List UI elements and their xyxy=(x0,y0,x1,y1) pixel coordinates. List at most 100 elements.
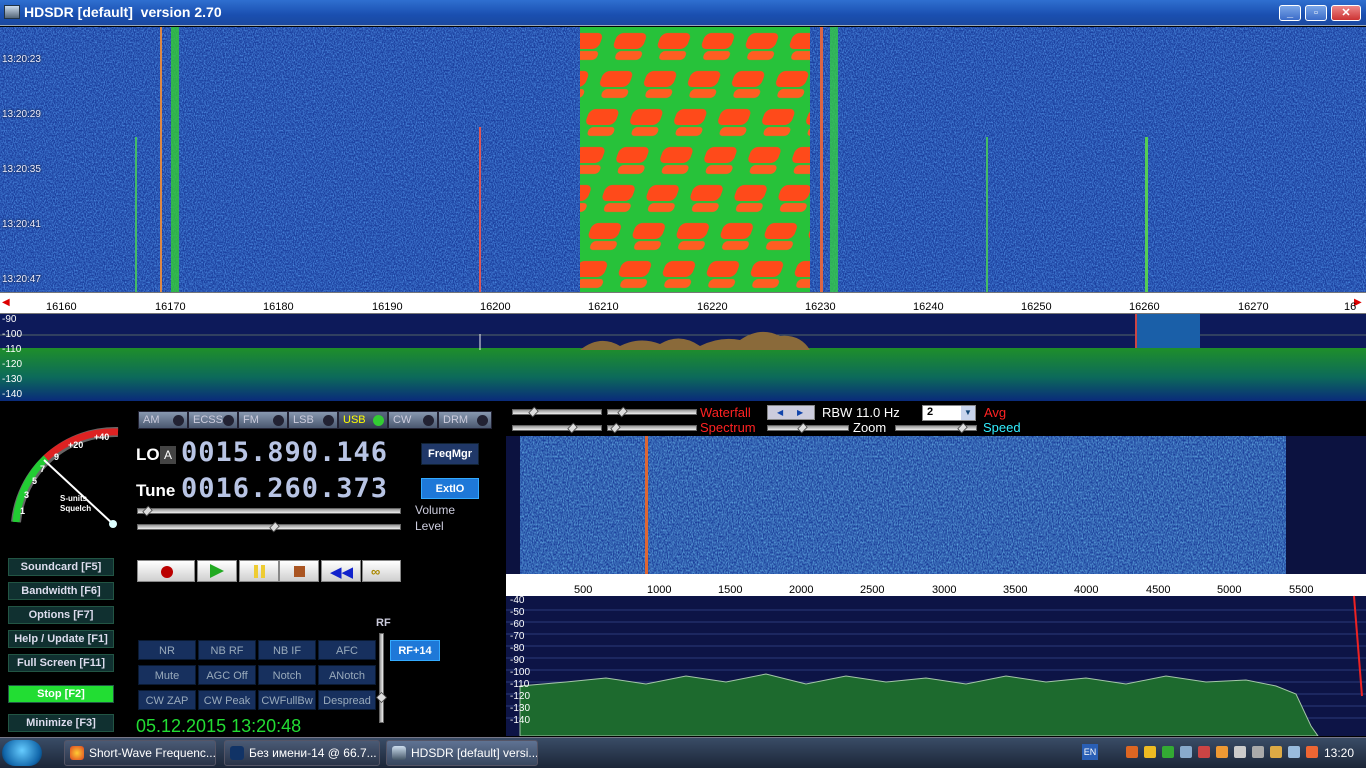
zoom-slider[interactable] xyxy=(767,422,849,434)
tune-frequency[interactable]: 0016.260.373 xyxy=(181,473,388,504)
spectrum-level: -100 xyxy=(2,329,23,340)
bandwidth-button[interactable]: Bandwidth [F6] xyxy=(8,582,114,600)
pause-button[interactable] xyxy=(239,560,279,582)
options-button[interactable]: Options [F7] xyxy=(8,606,114,624)
nb-if-button[interactable]: NB IF xyxy=(258,640,316,660)
loop-icon: ∞ xyxy=(371,564,381,579)
volume-slider[interactable] xyxy=(137,505,401,517)
mode-drm-button[interactable]: DRM xyxy=(438,411,492,429)
tray-icon[interactable] xyxy=(1252,746,1264,758)
cw-peak-button[interactable]: CW Peak xyxy=(198,690,256,710)
shield-icon[interactable] xyxy=(1144,746,1156,758)
freq-tick: 16160 xyxy=(46,301,77,313)
rf-slider[interactable] xyxy=(376,633,387,723)
arrow-left-icon[interactable]: ◀ xyxy=(777,408,783,417)
stop-icon xyxy=(294,566,305,577)
dropdown-arrow-icon[interactable]: ▼ xyxy=(961,406,975,420)
record-button[interactable] xyxy=(137,560,195,582)
spectrum-level: -130 xyxy=(2,374,23,385)
nb-rf-button[interactable]: NB RF xyxy=(198,640,256,660)
despread-button[interactable]: Despread xyxy=(318,690,376,710)
hdsdr-icon xyxy=(392,746,406,760)
rewind-button[interactable]: ◀◀ xyxy=(321,560,361,582)
main-spectrum[interactable]: -90 -100 -110 -120 -130 -140 xyxy=(0,314,1366,401)
tray-icon[interactable] xyxy=(1162,746,1174,758)
title-bar: HDSDR [default] version 2.70 _ ▫ ✕ xyxy=(0,0,1366,26)
frequency-axis[interactable]: ◀ ▶ 16160 16170 16180 16190 16200 16210 … xyxy=(0,292,1366,314)
task-photoshop[interactable]: Без имени-14 @ 66.7... xyxy=(224,740,380,766)
full-screen-button[interactable]: Full Screen [F11] xyxy=(8,654,114,672)
smeter-scale: 5 xyxy=(32,476,38,486)
stop-playback-button[interactable] xyxy=(279,560,319,582)
freqmgr-button[interactable]: FreqMgr xyxy=(421,443,479,465)
loop-button[interactable]: ∞ xyxy=(362,560,401,582)
mode-ecss-button[interactable]: ECSS xyxy=(188,411,238,429)
notch-button[interactable]: Notch xyxy=(258,665,316,685)
smeter-scale: +20 xyxy=(68,440,84,450)
mode-label: USB xyxy=(343,414,366,426)
record-icon xyxy=(161,566,173,578)
tray-icon[interactable] xyxy=(1216,746,1228,758)
waterfall-time: 13:20:23 xyxy=(2,54,41,65)
minimize-window-button[interactable]: _ xyxy=(1279,5,1301,21)
main-waterfall[interactable]: 13:20:23 13:20:29 13:20:35 13:20:41 13:2… xyxy=(0,27,1366,292)
agc-button[interactable]: AGC Off xyxy=(198,665,256,685)
arrow-right-icon[interactable]: ▶ xyxy=(797,408,803,417)
smeter-scale: 1 xyxy=(20,506,26,516)
help-update-button[interactable]: Help / Update [F1] xyxy=(8,630,114,648)
spectrum-slider-1[interactable] xyxy=(512,422,602,434)
mute-button[interactable]: Mute xyxy=(138,665,196,685)
task-browser[interactable]: Short-Wave Frequenc... xyxy=(64,740,216,766)
task-hdsdr[interactable]: HDSDR [default] versi... xyxy=(386,740,538,766)
mode-fm-button[interactable]: FM xyxy=(238,411,288,429)
tray-icon[interactable] xyxy=(1306,746,1318,758)
waterfall-time: 13:20:29 xyxy=(2,109,41,120)
mode-usb-button[interactable]: USB xyxy=(338,411,388,429)
waterfall-spin[interactable]: ◀ ▶ xyxy=(767,405,815,420)
mode-label: CW xyxy=(393,414,412,426)
avg-select[interactable]: 2 ▼ xyxy=(922,405,976,421)
afc-button[interactable]: AFC xyxy=(318,640,376,660)
lo-frequency[interactable]: 0015.890.146 xyxy=(181,437,388,468)
tray-icon[interactable] xyxy=(1198,746,1210,758)
extio-button[interactable]: ExtIO xyxy=(421,478,479,499)
mode-am-button[interactable]: AM xyxy=(138,411,188,429)
lo-badge[interactable]: A xyxy=(160,446,176,464)
tray-icon[interactable] xyxy=(1270,746,1282,758)
spectrum-slider-2[interactable] xyxy=(607,422,697,434)
language-indicator[interactable]: EN xyxy=(1082,744,1098,760)
start-button[interactable] xyxy=(2,740,42,766)
waterfall-slider-1[interactable] xyxy=(512,406,602,418)
spectrum-level: -90 xyxy=(2,314,17,325)
close-window-button[interactable]: ✕ xyxy=(1331,5,1361,21)
rf-gain-button[interactable]: RF+14 xyxy=(390,640,440,661)
mode-cw-button[interactable]: CW xyxy=(388,411,438,429)
network-icon[interactable] xyxy=(1180,746,1192,758)
minimize-button[interactable]: Minimize [F3] xyxy=(8,714,114,732)
waterfall-slider-2[interactable] xyxy=(607,406,697,418)
smeter-scale: 9 xyxy=(54,452,60,462)
audio-level: -110 xyxy=(510,679,530,690)
soundcard-button[interactable]: Soundcard [F5] xyxy=(8,558,114,576)
nr-button[interactable]: NR xyxy=(138,640,196,660)
cw-fullbw-button[interactable]: CWFullBw xyxy=(258,690,316,710)
tray-icon[interactable] xyxy=(1126,746,1138,758)
audio-level: -90 xyxy=(510,655,525,666)
scroll-left-icon[interactable]: ◀ xyxy=(2,297,10,308)
maximize-window-button[interactable]: ▫ xyxy=(1305,5,1327,21)
stop-button[interactable]: Stop [F2] xyxy=(8,685,114,703)
spectrum-label: Spectrum xyxy=(700,420,756,435)
anotch-button[interactable]: ANotch xyxy=(318,665,376,685)
volume-icon[interactable] xyxy=(1234,746,1246,758)
avg-value: 2 xyxy=(927,406,934,418)
freq-tick: 16190 xyxy=(372,301,403,313)
mode-lsb-button[interactable]: LSB xyxy=(288,411,338,429)
audio-freq-tick: 1500 xyxy=(718,584,743,596)
level-slider[interactable] xyxy=(137,521,401,533)
freq-tick: 16250 xyxy=(1021,301,1052,313)
tray-icon[interactable] xyxy=(1288,746,1300,758)
speed-slider[interactable] xyxy=(895,422,977,434)
play-icon xyxy=(210,564,224,578)
play-button[interactable] xyxy=(197,560,237,582)
cw-zap-button[interactable]: CW ZAP xyxy=(138,690,196,710)
